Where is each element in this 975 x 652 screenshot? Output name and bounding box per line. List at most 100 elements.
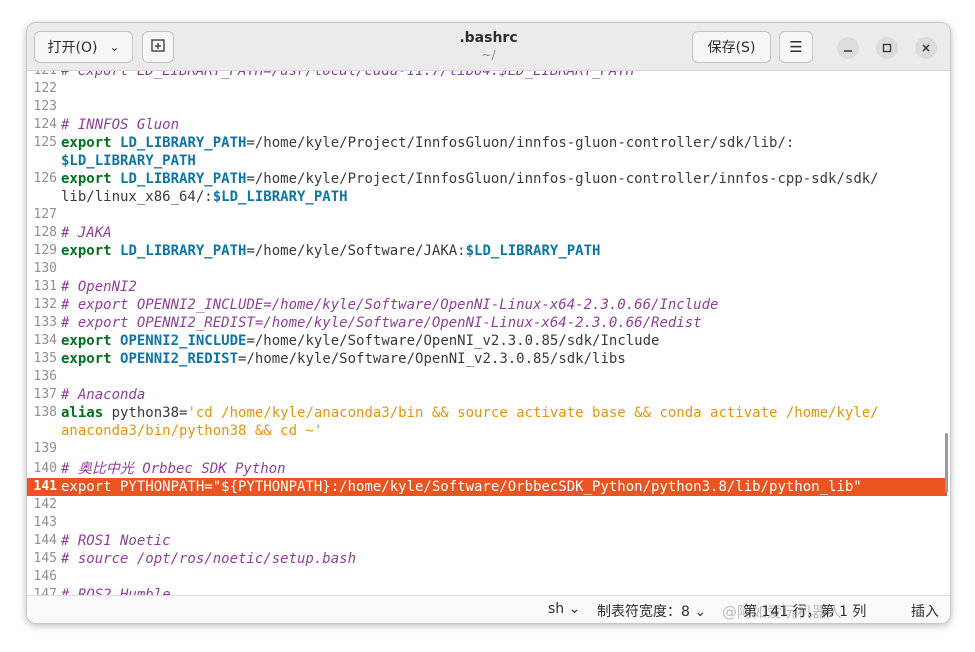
line-number: 139 <box>33 441 57 456</box>
code-token: # export OPENNI2_INCLUDE=/home/kyle/Soft… <box>61 297 719 313</box>
line-text: # export LD_LIBRARY_PATH=/usr/local/cuda… <box>61 71 634 80</box>
code-token: # INNFOS Gluon <box>61 117 180 133</box>
line-number: 125 <box>33 135 57 150</box>
code-line[interactable]: 140 # 奥比中光 Orbbec SDK Python <box>27 460 947 478</box>
code-token: # JAKA <box>61 225 112 241</box>
line-number: 147 <box>33 587 57 595</box>
code-line[interactable]: 130 <box>27 260 947 278</box>
line-number: 123 <box>33 99 57 114</box>
code-token: # ROS2 Humble <box>61 587 171 595</box>
line-text: # INNFOS Gluon <box>61 116 179 134</box>
line-number: 124 <box>33 117 57 132</box>
code-line[interactable]: 129 export LD_LIBRARY_PATH=/home/kyle/Sof… <box>27 242 947 260</box>
code-line[interactable]: 138 alias python38='cd /home/kyle/anacond… <box>27 404 947 422</box>
line-text: export OPENNI2_INCLUDE=/home/kyle/Softwa… <box>61 332 659 350</box>
line-text: lib/linux_x86_64/:$LD_LIBRARY_PATH <box>61 188 348 206</box>
code-line[interactable]: 139 <box>27 440 947 458</box>
line-number: 126 <box>33 171 57 186</box>
line-text: anaconda3/bin/python38 && cd ~' <box>61 422 322 440</box>
tab-width-selector[interactable]: 制表符宽度：8 ⌄ <box>597 601 706 621</box>
line-text: alias python38='cd /home/kyle/anaconda3/… <box>61 404 879 422</box>
code-token: # export OPENNI2_REDIST=/home/kyle/Softw… <box>61 315 702 331</box>
line-number: 137 <box>33 387 57 402</box>
line-number: 145 <box>33 551 57 566</box>
line-number: 146 <box>33 569 57 584</box>
code-line[interactable]: 122 <box>27 80 947 98</box>
line-text: export PYTHONPATH="${PYTHONPATH}:/home/k… <box>61 478 862 496</box>
code-line[interactable]: 124 # INNFOS Gluon <box>27 116 947 134</box>
line-text: # source /opt/ros/noetic/setup.bash <box>61 550 356 568</box>
line-number: 141 <box>33 479 57 494</box>
line-text: $LD_LIBRARY_PATH <box>61 152 196 170</box>
minimize-button[interactable] <box>837 37 859 59</box>
scrollbar[interactable] <box>945 433 948 493</box>
line-text: export LD_LIBRARY_PATH=/home/kyle/Projec… <box>61 170 879 188</box>
code-line[interactable]: 125 export LD_LIBRARY_PATH=/home/kyle/Pro… <box>27 134 947 152</box>
hamburger-menu-icon: ☰ <box>789 38 803 56</box>
code-token: # export LD_LIBRARY_PATH=/usr/local/cuda… <box>61 71 635 79</box>
current-line[interactable]: 141 export PYTHONPATH="${PYTHONPATH}:/hom… <box>27 478 947 496</box>
line-number: 132 <box>33 297 57 312</box>
code-token: =/home/kyle/Software/OpenNI_v2.3.0.85/sd… <box>246 333 660 349</box>
status-bar: sh ⌄ 制表符宽度：8 ⌄ @阿如爱玩机器人 第 141 行，第 1 列 插入 <box>27 595 950 623</box>
code-token: =/home/kyle/Project/InnfosGluon/innfos-g… <box>246 135 795 151</box>
code-line[interactable]: $LD_LIBRARY_PATH <box>27 152 947 170</box>
code-line[interactable]: 135 export OPENNI2_REDIST=/home/kyle/Soft… <box>27 350 947 368</box>
code-line[interactable]: 131 # OpenNI2 <box>27 278 947 296</box>
code-token: # 奥比中光 Orbbec SDK Python <box>61 461 286 477</box>
close-button[interactable] <box>915 37 937 59</box>
code-token: OPENNI2_REDIST <box>120 351 239 367</box>
code-line[interactable]: anaconda3/bin/python38 && cd ~' <box>27 422 947 440</box>
code-token: $LD_LIBRARY_PATH <box>465 243 601 259</box>
code-token: =/home/kyle/Project/InnfosGluon/innfos-g… <box>246 171 879 187</box>
language-selector[interactable]: sh ⌄ <box>548 601 580 617</box>
code-token: export <box>61 333 121 349</box>
line-number: 133 <box>33 315 57 330</box>
code-line[interactable]: 133 # export OPENNI2_REDIST=/home/kyle/So… <box>27 314 947 332</box>
code-line[interactable]: 147 # ROS2 Humble <box>27 586 947 595</box>
code-line[interactable]: 121 # export LD_LIBRARY_PATH=/usr/local/c… <box>27 71 947 80</box>
code-line[interactable]: 143 <box>27 514 947 532</box>
code-token: # OpenNI2 <box>61 279 137 295</box>
code-line[interactable]: 123 <box>27 98 947 116</box>
code-token: $LD_LIBRARY_PATH <box>212 189 348 205</box>
maximize-icon <box>882 43 892 53</box>
code-line[interactable]: 128 # JAKA <box>27 224 947 242</box>
line-text: # JAKA <box>61 224 112 242</box>
code-token: 'cd /home/kyle/anaconda3/bin && source a… <box>187 405 879 421</box>
code-token: export <box>61 171 121 187</box>
line-number: 142 <box>33 497 57 512</box>
maximize-button[interactable] <box>876 37 898 59</box>
line-text: # ROS1 Noetic <box>61 532 171 550</box>
code-line[interactable]: 145 # source /opt/ros/noetic/setup.bash <box>27 550 947 568</box>
code-token: python38= <box>111 405 188 421</box>
code-token: =/home/kyle/Software/OpenNI_v2.3.0.85/sd… <box>238 351 626 367</box>
code-line[interactable]: 142 <box>27 496 947 514</box>
line-number: 131 <box>33 279 57 294</box>
code-line[interactable]: 137 # Anaconda <box>27 386 947 404</box>
header-bar: 打开(O) ⌄ .bashrc ~/ 保存(S) ☰ <box>27 23 950 71</box>
code-token: =/home/kyle/Software/JAKA: <box>246 243 466 259</box>
code-line[interactable]: lib/linux_x86_64/:$LD_LIBRARY_PATH <box>27 188 947 206</box>
line-number: 136 <box>33 369 57 384</box>
code-line[interactable]: 134 export OPENNI2_INCLUDE=/home/kyle/Sof… <box>27 332 947 350</box>
code-line[interactable]: 144 # ROS1 Noetic <box>27 532 947 550</box>
code-line[interactable]: 146 <box>27 568 947 586</box>
code-line[interactable]: 132 # export OPENNI2_INCLUDE=/home/kyle/S… <box>27 296 947 314</box>
code-line[interactable]: 126 export LD_LIBRARY_PATH=/home/kyle/Pro… <box>27 170 947 188</box>
code-token: export PYTHONPATH="${PYTHONPATH}:/home/k… <box>61 479 862 495</box>
line-number: 122 <box>33 81 57 96</box>
code-editor[interactable]: 121 # export LD_LIBRARY_PATH=/usr/local/c… <box>27 71 950 595</box>
code-token: export <box>61 135 121 151</box>
menu-button[interactable]: ☰ <box>779 31 813 63</box>
line-text: # export OPENNI2_INCLUDE=/home/kyle/Soft… <box>61 296 718 314</box>
line-text: # OpenNI2 <box>61 278 137 296</box>
minimize-icon <box>844 50 852 52</box>
code-line[interactable]: 136 <box>27 368 947 386</box>
code-line[interactable]: 127 <box>27 206 947 224</box>
input-mode: 插入 <box>911 604 939 620</box>
line-text: # ROS2 Humble <box>61 586 171 595</box>
editor-window: 打开(O) ⌄ .bashrc ~/ 保存(S) ☰ 121 # export L… <box>26 22 951 624</box>
line-number: 143 <box>33 515 57 530</box>
save-button[interactable]: 保存(S) <box>692 31 771 63</box>
